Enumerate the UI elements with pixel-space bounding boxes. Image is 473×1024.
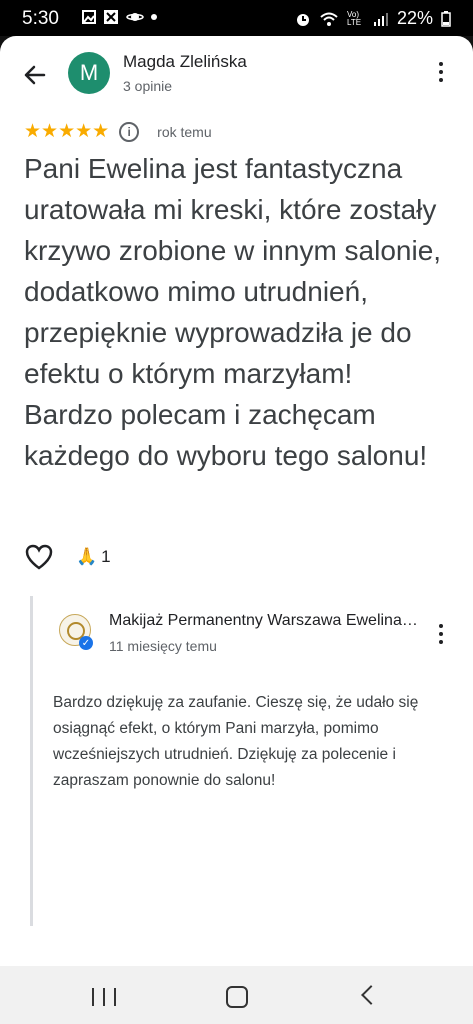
info-icon[interactable]: i bbox=[119, 121, 140, 142]
status-time: 5:30 bbox=[22, 8, 59, 29]
recent-apps-icon[interactable] bbox=[92, 988, 116, 1006]
star-rating: ★★★★★ bbox=[24, 121, 110, 142]
alarm-icon bbox=[296, 13, 309, 26]
home-icon[interactable] bbox=[226, 986, 248, 1008]
dot-icon bbox=[151, 14, 157, 20]
heart-icon[interactable] bbox=[24, 543, 54, 571]
more-options-icon[interactable] bbox=[437, 62, 445, 84]
owner-reply-text: Bardzo dziękuję za zaufanie. Cieszę się,… bbox=[53, 694, 419, 789]
app-notification-icon bbox=[104, 10, 118, 24]
battery-icon bbox=[441, 10, 451, 27]
notification-icons bbox=[82, 9, 157, 25]
avatar-letter: M bbox=[79, 60, 99, 85]
owner-reply-time: 11 miesięcy temu bbox=[109, 638, 217, 654]
rating-row: ★★★★★ i rok temu bbox=[24, 120, 212, 143]
reviewer-avatar[interactable]: M bbox=[68, 52, 110, 94]
signal-icon bbox=[373, 12, 388, 26]
reply-more-options-icon[interactable] bbox=[437, 624, 445, 646]
back-arrow-icon[interactable] bbox=[20, 60, 50, 90]
reaction-row: 🙏 1 bbox=[24, 543, 111, 571]
reaction-count: 1 bbox=[101, 547, 111, 566]
review-text: Pani Ewelina jest fantastyczna uratowała… bbox=[24, 153, 442, 471]
system-nav-bar bbox=[0, 966, 473, 1024]
planet-icon bbox=[126, 13, 144, 21]
status-right: Vo) LTE 22% bbox=[295, 8, 451, 29]
owner-name[interactable]: Makijaż Permanentny Warszawa Ewelina Zaw… bbox=[109, 612, 419, 630]
reviewer-name[interactable]: Magda Zlelińska bbox=[123, 52, 247, 72]
verified-icon: ✓ bbox=[79, 636, 93, 650]
status-bar: 5:30 Vo) LTE 22% bbox=[0, 0, 473, 36]
battery-text: 22% bbox=[396, 8, 433, 28]
owner-reply: ✓ Makijaż Permanentny Warszawa Ewelina Z… bbox=[30, 596, 445, 926]
nav-back-icon[interactable] bbox=[361, 985, 381, 1005]
review-detail-sheet: M Magda Zlelińska 3 opinie ★★★★★ i rok t… bbox=[0, 36, 473, 966]
network-label: Vo) LTE bbox=[346, 9, 362, 27]
reviewer-review-count: 3 opinie bbox=[123, 78, 173, 94]
wifi-icon bbox=[320, 12, 338, 26]
gallery-icon bbox=[82, 10, 96, 24]
review-time: rok temu bbox=[157, 123, 212, 140]
praying-hands-icon: 🙏 bbox=[76, 547, 98, 566]
